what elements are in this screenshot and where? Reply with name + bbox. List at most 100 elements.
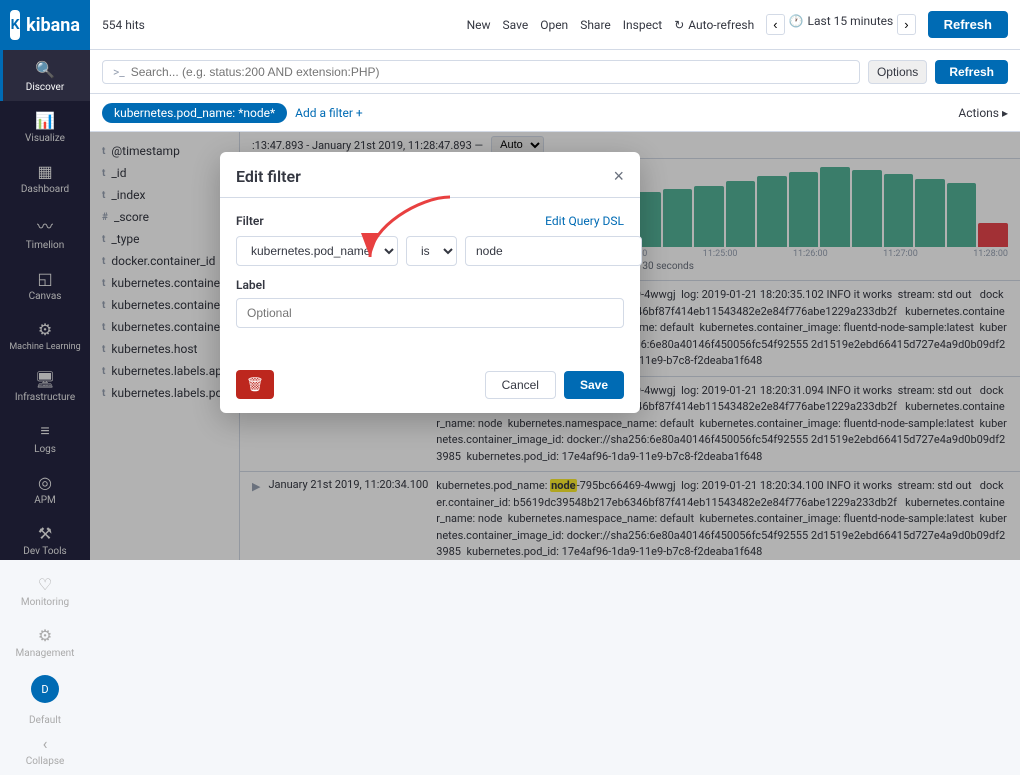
open-link[interactable]: Open [540,18,568,32]
content-area: t@timestamp t_id t_index #_score t_type … [90,132,1020,560]
modal-header: Edit filter × [220,152,640,198]
sidebar-item-collapse[interactable]: ‹ Collapse [0,730,90,775]
trash-icon: 🗑 [246,376,264,392]
sidebar-item-apm-label: APM [34,495,56,506]
inspect-link[interactable]: Inspect [623,18,662,32]
hits-count: 554 hits [102,18,145,32]
modal-footer-right: Cancel Save [485,371,624,399]
sidebar-item-infrastructure[interactable]: 🖥 Infrastructure [0,360,90,411]
modal-overlay: Edit filter × Filter Edit Query DSL kube… [90,132,1020,560]
collapse-icon: ‹ [43,734,48,753]
search-refresh-button[interactable]: Refresh [935,60,1008,84]
sidebar-item-discover[interactable]: 🔍 Discover [0,50,90,101]
sidebar-item-monitoring[interactable]: ♡ Monitoring [0,565,90,616]
time-nav: ‹ 🕐 Last 15 minutes › [766,14,915,35]
filter-section-header: Filter Edit Query DSL [236,214,624,228]
edit-filter-modal: Edit filter × Filter Edit Query DSL kube… [220,152,640,413]
add-filter-button[interactable]: Add a filter + [295,106,363,120]
field-select[interactable]: kubernetes.pod_name [236,236,398,266]
filter-tag-label: kubernetes.pod_name: *node* [114,106,275,120]
label-section-title: Label [236,278,624,292]
search-input[interactable] [131,65,849,79]
sidebar-item-timelion-label: Timelion [26,240,65,251]
modal-footer: 🗑 Cancel Save [220,360,640,413]
timelion-icon: 〰 [37,213,53,237]
modal-title: Edit filter [236,167,301,186]
delete-filter-button[interactable]: 🗑 [236,370,274,399]
apm-icon: ◎ [38,473,52,492]
sidebar-item-apm[interactable]: ◎ APM [0,463,90,514]
sidebar-item-visualize[interactable]: 📊 Visualize [0,101,90,152]
sidebar-collapse-label: Collapse [26,756,65,767]
searchbar: >_ Options Refresh [90,50,1020,94]
kibana-logo-text: kibana [26,15,80,36]
infrastructure-icon: 🖥 [35,370,55,389]
new-link[interactable]: New [467,18,491,32]
sidebar-item-infrastructure-label: Infrastructure [15,392,75,403]
label-section: Label [236,278,624,328]
refresh-button[interactable]: Refresh [928,11,1008,38]
devtools-icon: ⚒ [38,524,52,543]
save-link[interactable]: Save [503,18,529,32]
operator-select[interactable]: is [406,236,457,266]
management-icon: ⚙ [38,626,52,645]
save-button[interactable]: Save [564,371,624,399]
refresh-icon: ↻ [674,18,684,32]
topbar: 554 hits New Save Open Share Inspect ↻ A… [90,0,1020,50]
time-label: Last 15 minutes [808,14,894,35]
sidebar-item-management[interactable]: ⚙ Management [0,616,90,667]
filter-value-input[interactable] [465,236,642,266]
filterbar: kubernetes.pod_name: *node* Add a filter… [90,94,1020,132]
search-input-wrap: >_ [102,60,860,84]
filter-tag-pod-name[interactable]: kubernetes.pod_name: *node* [102,103,287,123]
autorefresh-label: Auto-refresh [688,18,754,32]
sidebar-bottom: D Default ‹ Collapse [0,667,90,775]
main-content: 554 hits New Save Open Share Inspect ↻ A… [90,0,1020,560]
sidebar-item-dashboard[interactable]: ▦ Dashboard [0,152,90,203]
cancel-button[interactable]: Cancel [485,371,556,399]
sidebar-item-default[interactable]: Default [0,711,90,730]
options-button[interactable]: Options [868,60,927,84]
sidebar-item-timelion[interactable]: 〰 Timelion [0,203,90,259]
filter-row: kubernetes.pod_name is [236,236,624,266]
user-avatar[interactable]: D [31,675,59,703]
sidebar-item-ml[interactable]: ⚙ Machine Learning [0,310,90,360]
time-next-button[interactable]: › [897,14,915,35]
actions-menu-button[interactable]: Actions ▸ [958,106,1008,120]
sidebar-item-canvas-label: Canvas [29,291,62,302]
ml-icon: ⚙ [38,320,52,339]
sidebar-item-canvas[interactable]: ◱ Canvas [0,259,90,310]
dashboard-icon: ▦ [37,162,52,181]
sidebar-item-logs-label: Logs [34,444,56,455]
sidebar-item-ml-label: Machine Learning [9,342,80,352]
sidebar-logo[interactable]: K kibana [0,0,90,50]
kibana-logo-icon: K [10,10,20,40]
sidebar-item-discover-label: Discover [26,82,65,93]
sidebar-item-devtools[interactable]: ⚒ Dev Tools [0,514,90,565]
discover-icon: 🔍 [35,60,55,79]
sidebar-item-dashboard-label: Dashboard [21,184,69,195]
sidebar-default-label: Default [29,715,61,726]
sidebar-item-management-label: Management [16,648,75,659]
autorefresh-toggle[interactable]: ↻ Auto-refresh [674,18,754,32]
logs-icon: ≡ [40,421,49,441]
sidebar-item-logs[interactable]: ≡ Logs [0,411,90,463]
sidebar-item-monitoring-label: Monitoring [21,597,69,608]
app-container: K kibana 🔍 Discover 📊 Visualize ▦ Dashbo… [0,0,1020,560]
modal-close-button[interactable]: × [613,166,624,187]
time-prev-button[interactable]: ‹ [766,14,784,35]
modal-body: Filter Edit Query DSL kubernetes.pod_nam… [220,198,640,360]
topbar-actions: New Save Open Share Inspect ↻ Auto-refre… [467,11,1008,38]
visualize-icon: 📊 [35,111,55,130]
monitoring-icon: ♡ [38,575,52,594]
time-clock-icon: 🕐 [789,14,804,35]
search-prompt-icon: >_ [113,65,125,79]
sidebar-item-devtools-label: Dev Tools [23,546,66,557]
edit-dsl-link[interactable]: Edit Query DSL [545,214,624,228]
sidebar: K kibana 🔍 Discover 📊 Visualize ▦ Dashbo… [0,0,90,560]
sidebar-item-visualize-label: Visualize [25,133,65,144]
canvas-icon: ◱ [37,269,52,288]
filter-section-label: Filter [236,214,264,228]
label-input[interactable] [236,298,624,328]
share-link[interactable]: Share [580,18,611,32]
